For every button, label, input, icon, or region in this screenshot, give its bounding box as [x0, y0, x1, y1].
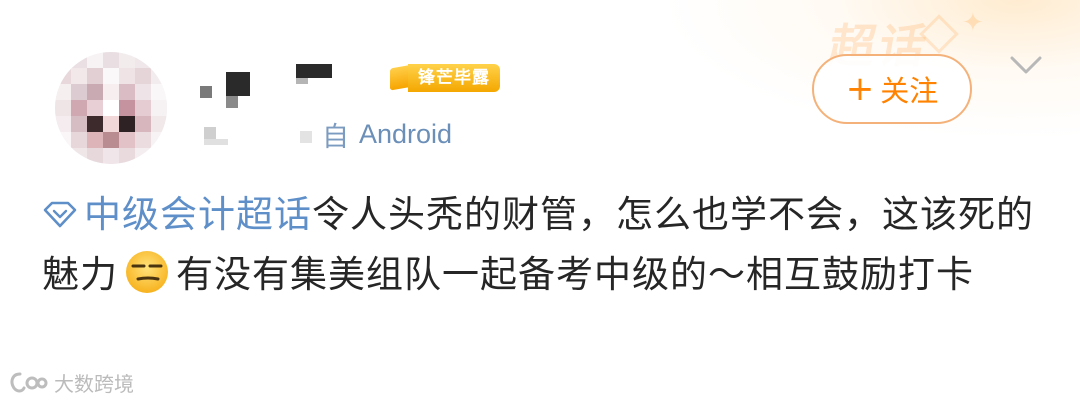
follow-button-label: 关注	[880, 74, 939, 108]
badge-label: 锋芒毕露	[408, 64, 500, 92]
obscured-block	[296, 64, 332, 78]
timestamp-obscured	[200, 123, 322, 145]
avatar[interactable]	[55, 52, 167, 164]
post-text: 中级会计超话令人头秃的财管，怎么也学不会，这该死的魅力 有没有集美组队一起备考中…	[42, 185, 1042, 305]
obscured-block	[204, 139, 228, 145]
avatar-pixelated-image	[55, 52, 167, 164]
diamond-topic-icon	[43, 201, 77, 228]
obscured-block	[226, 72, 250, 96]
sparkle-icon: ✦	[962, 8, 984, 38]
source-prefix: 自	[322, 121, 349, 153]
source-device: Android	[359, 118, 453, 149]
user-badge[interactable]: 锋芒毕露	[388, 63, 500, 93]
follow-button[interactable]: + 关注	[812, 54, 972, 124]
watermark-text: 大数跨境	[54, 372, 134, 396]
chevron-down-icon[interactable]	[1008, 50, 1044, 78]
username-obscured[interactable]	[200, 62, 390, 108]
obscured-block	[204, 127, 216, 139]
post-source: 自 Android	[200, 118, 453, 153]
obscured-block	[226, 96, 238, 108]
post-text-part2: 有没有集美组队一起备考中级的～相互鼓励打卡	[176, 253, 974, 296]
plus-icon: +	[845, 69, 875, 109]
obscured-block	[300, 131, 312, 143]
watermark: 大数跨境	[8, 368, 134, 397]
obscured-block	[200, 86, 212, 98]
topic-link[interactable]: 中级会计超话	[42, 193, 312, 236]
watermark-logo-icon	[10, 372, 48, 392]
obscured-block	[296, 78, 308, 84]
smirk-emoji-icon	[126, 251, 168, 293]
topic-label: 中级会计超话	[84, 193, 312, 236]
badge-ribbon-icon	[388, 63, 408, 93]
